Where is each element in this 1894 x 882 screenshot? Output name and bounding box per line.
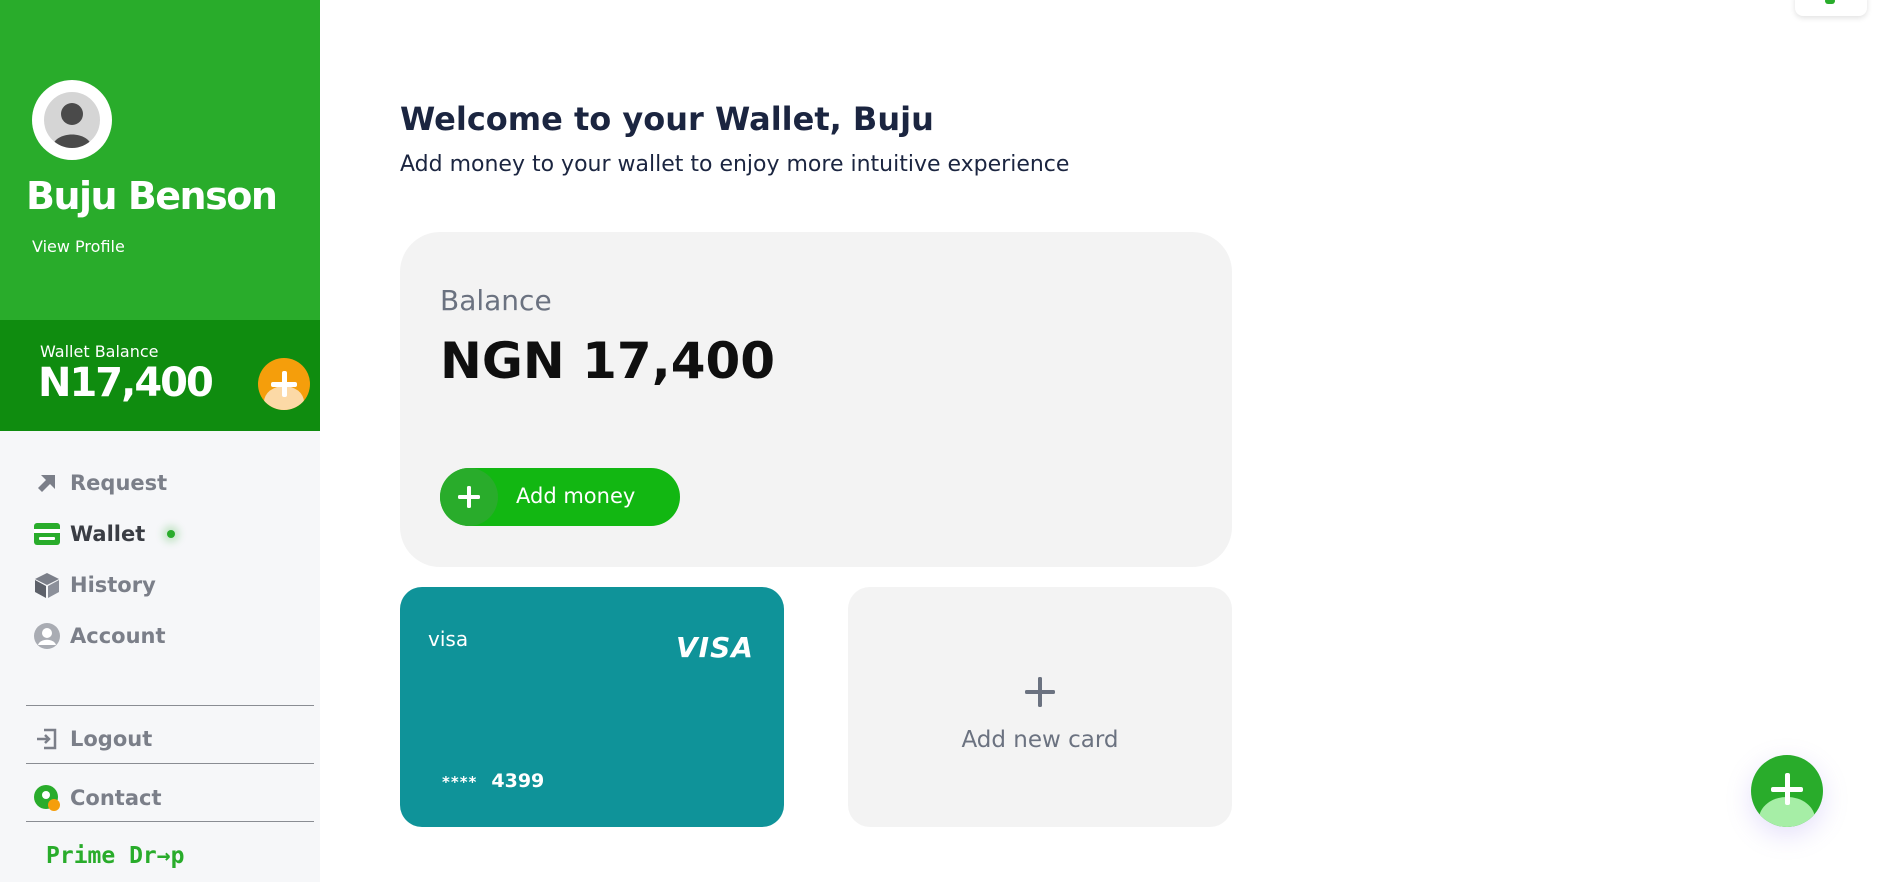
balance-value: NGN 17,400 (440, 332, 776, 390)
contact-icon (34, 785, 60, 811)
sidebar-item-label: Request (70, 471, 168, 495)
sidebar-item-account[interactable]: Account (34, 621, 166, 651)
active-indicator (167, 530, 176, 538)
card-name: visa (428, 627, 469, 651)
user-circle-icon (34, 623, 60, 649)
wallet-balance-amount: N17,400 (38, 360, 214, 406)
plus-icon (1771, 773, 1803, 805)
view-profile-link[interactable]: View Profile (32, 237, 125, 256)
avatar[interactable] (32, 80, 112, 160)
sidebar: Buju Benson View Profile Wallet Balance … (0, 0, 320, 882)
divider (26, 763, 314, 764)
plus-icon (271, 371, 297, 397)
top-right-menu[interactable] (1795, 0, 1867, 16)
sidebar-item-wallet[interactable]: Wallet (34, 519, 176, 549)
page-title: Welcome to your Wallet, Buju (400, 100, 934, 138)
add-new-card-label: Add new card (961, 727, 1119, 753)
add-new-card-button[interactable]: Add new card (848, 587, 1232, 827)
logout-label: Logout (70, 727, 153, 751)
contact-label: Contact (70, 786, 162, 810)
sidebar-item-request[interactable]: Request (34, 468, 167, 498)
add-money-label: Add money (516, 484, 636, 508)
divider (26, 821, 314, 822)
logout-button[interactable]: Logout (34, 724, 152, 754)
plus-icon (1025, 677, 1055, 707)
sidebar-item-label: Account (70, 624, 166, 648)
brand-logo: Prime Dr→p (46, 843, 185, 869)
wallet-balance-panel: Wallet Balance N17,400 (0, 320, 320, 431)
page-subtitle: Add money to your wallet to enjoy more i… (400, 152, 1070, 177)
sidebar-item-label: Wallet (70, 522, 146, 546)
wallet-icon (34, 521, 60, 547)
visa-logo: VISA (676, 631, 754, 664)
logout-icon (34, 726, 60, 752)
card-mask: **** (442, 773, 478, 791)
add-money-button[interactable]: Add money (440, 468, 680, 526)
box-icon (34, 572, 60, 598)
wallet-page: Buju Benson View Profile Wallet Balance … (0, 0, 1894, 882)
divider (26, 705, 314, 706)
payment-card[interactable]: visa VISA **** 4399 (400, 587, 784, 827)
arrow-up-right-icon (34, 470, 60, 496)
floating-add-button[interactable] (1751, 755, 1823, 827)
user-name: Buju Benson (26, 174, 278, 218)
card-number: **** 4399 (442, 770, 544, 792)
card-last4: 4399 (491, 770, 545, 792)
sidebar-item-history[interactable]: History (34, 570, 156, 600)
profile-panel: Buju Benson View Profile (0, 0, 320, 320)
contact-button[interactable]: Contact (34, 783, 162, 813)
wallet-balance-label: Wallet Balance (40, 342, 159, 361)
wallet-add-button[interactable] (258, 358, 310, 410)
user-silhouette-icon (44, 92, 100, 148)
plus-icon (440, 468, 498, 526)
balance-card: Balance NGN 17,400 Add money (400, 232, 1232, 567)
sidebar-item-label: History (70, 573, 156, 597)
balance-label: Balance (440, 284, 552, 317)
